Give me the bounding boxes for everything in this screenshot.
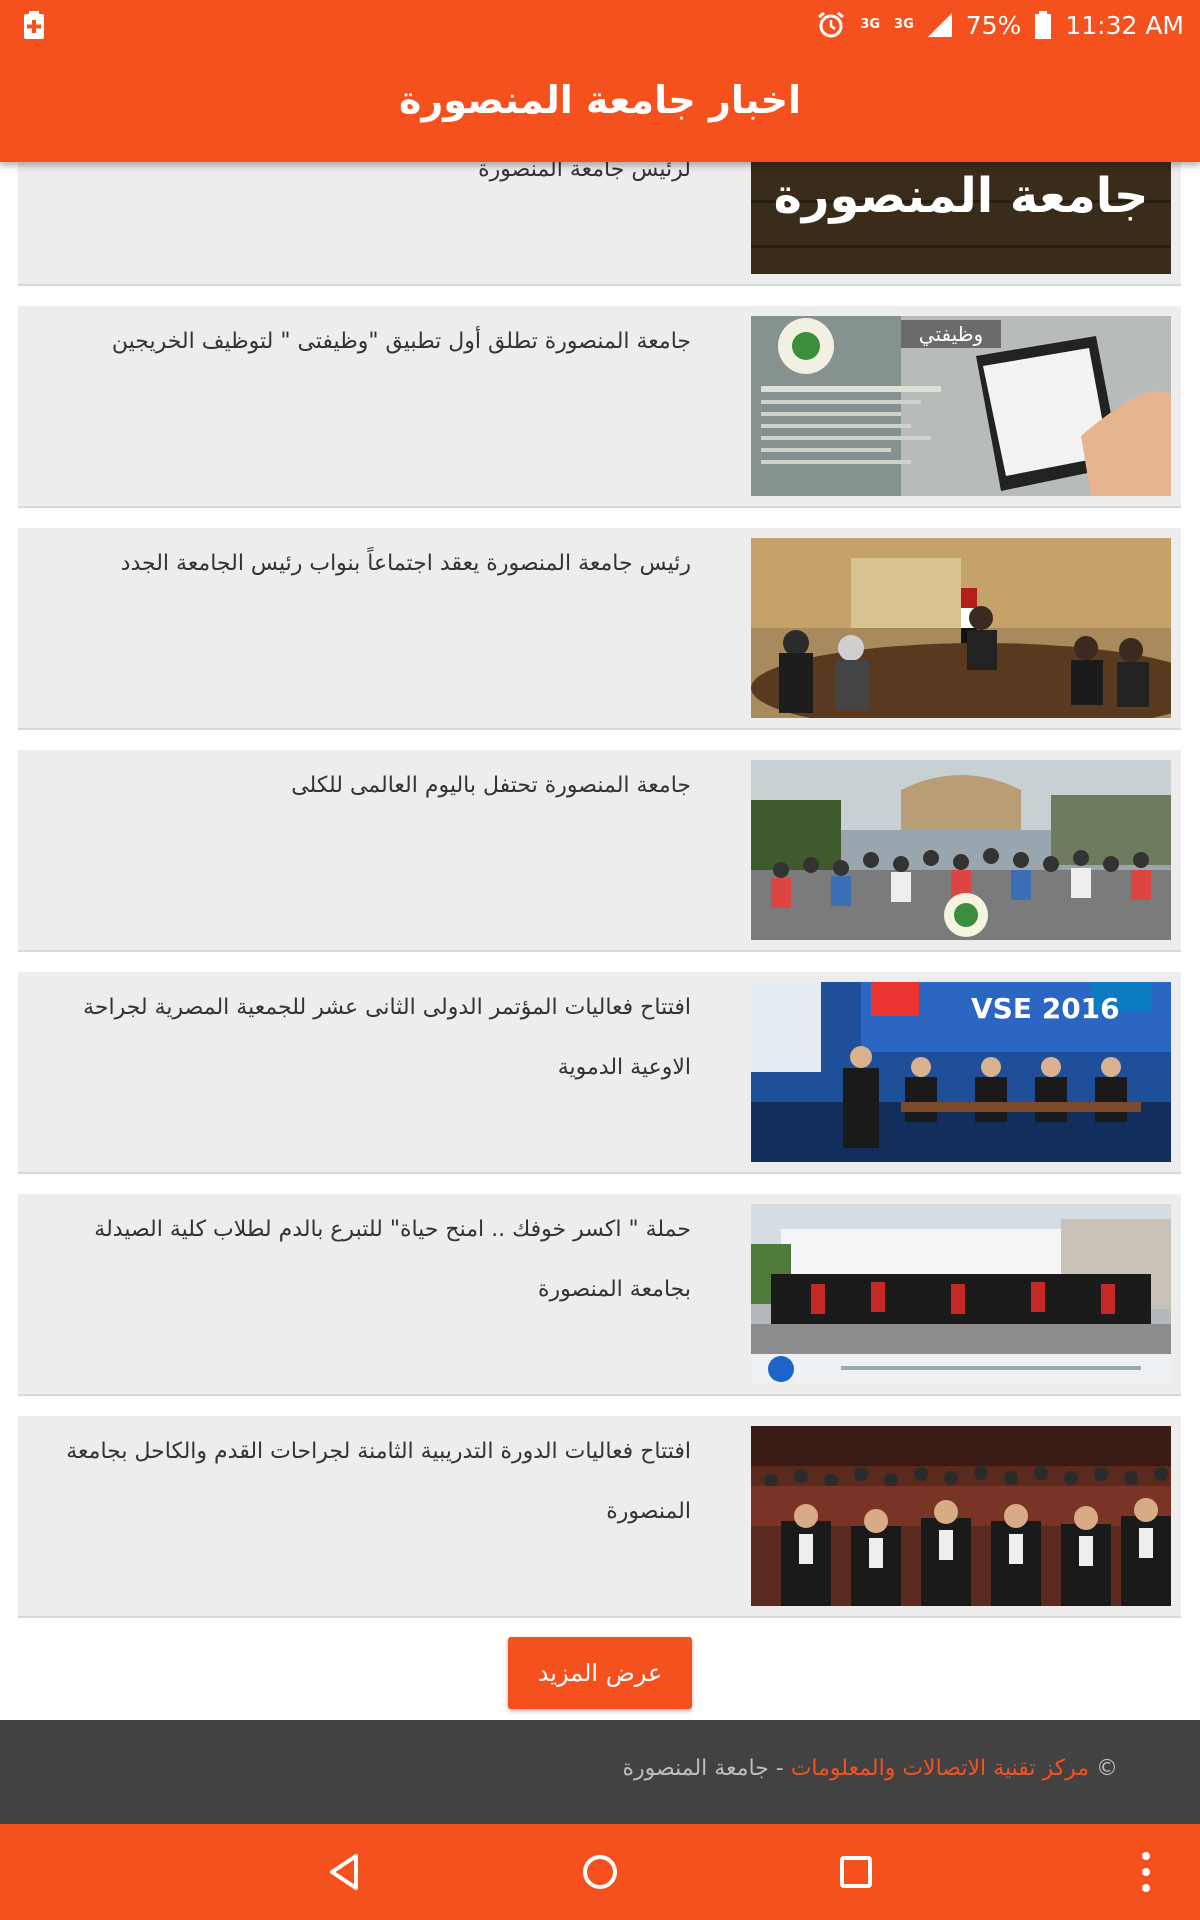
navigation-bar xyxy=(0,1824,1200,1920)
show-more-button[interactable]: عرض المزيد xyxy=(508,1637,692,1709)
alarm-icon xyxy=(816,10,846,40)
home-icon[interactable] xyxy=(574,1846,626,1898)
clock: 11:32 AM xyxy=(1065,10,1184,40)
news-card[interactable]: جامعة المنصورة تطلق أول تطبيق "وظيفتى " … xyxy=(18,306,1181,508)
footer-text: © مركز تقنية الاتصالات والمعلومات - جامع… xyxy=(623,1756,1118,1781)
news-thumbnail xyxy=(751,760,1171,940)
news-thumbnail: وظيفتي xyxy=(751,316,1171,496)
news-card[interactable]: افتتاح فعاليات المؤتمر الدولى الثانى عشر… xyxy=(18,972,1181,1174)
news-card[interactable]: افتتاح فعاليات الدورة التدريبية الثامنة … xyxy=(18,1416,1181,1618)
network-type-2: 3G xyxy=(894,17,914,32)
footer-link[interactable]: مركز تقنية الاتصالات والمعلومات xyxy=(791,1756,1089,1781)
copyright-symbol: © xyxy=(1096,1756,1118,1781)
more-options-icon[interactable] xyxy=(1120,1846,1172,1898)
news-card[interactable]: جامعة المنصورة تحتفل باليوم العالمى للكل… xyxy=(18,750,1181,952)
page-title: اخبار جامعة المنصورة xyxy=(398,78,802,122)
recents-icon[interactable] xyxy=(830,1846,882,1898)
back-icon[interactable] xyxy=(318,1846,370,1898)
battery-saver-icon xyxy=(22,11,46,39)
news-thumbnail xyxy=(751,1204,1171,1384)
news-title: حملة " اكسر خوفك .. امنح حياة" للتبرع با… xyxy=(94,1217,691,1302)
battery-icon xyxy=(1035,11,1052,39)
news-title: افتتاح فعاليات الدورة التدريبية الثامنة … xyxy=(66,1439,691,1524)
signal-icon xyxy=(927,13,952,37)
news-title: جامعة المنصورة تحتفل باليوم العالمى للكل… xyxy=(291,773,691,798)
status-bar: 3G 3G 75% 11:32 AM xyxy=(0,0,1200,50)
footer-suffix: - جامعة المنصورة xyxy=(622,1756,784,1781)
news-card[interactable]: حملة " اكسر خوفك .. امنح حياة" للتبرع با… xyxy=(18,1194,1181,1396)
news-title: جامعة المنصورة تطلق أول تطبيق "وظيفتى " … xyxy=(111,329,691,354)
news-card[interactable]: رئيس جامعة المنصورة يعقد اجتماعاً بنواب … xyxy=(18,528,1181,730)
news-thumbnail xyxy=(751,1426,1171,1606)
footer: © مركز تقنية الاتصالات والمعلومات - جامع… xyxy=(0,1720,1200,1824)
battery-percent: 75% xyxy=(965,10,1022,40)
thumbnail-caption: وظيفتي xyxy=(901,320,1001,348)
news-title: افتتاح فعاليات المؤتمر الدولى الثانى عشر… xyxy=(83,995,691,1080)
news-title: رئيس جامعة المنصورة يعقد اجتماعاً بنواب … xyxy=(120,551,691,576)
news-thumbnail: VSE 2016 xyxy=(751,982,1171,1162)
thumbnail-caption: جامعة المنصورة xyxy=(773,168,1149,224)
network-type-1: 3G xyxy=(860,17,881,32)
app-bar: اخبار جامعة المنصورة xyxy=(0,50,1200,162)
thumbnail-caption: VSE 2016 xyxy=(971,992,1120,1025)
news-thumbnail xyxy=(751,538,1171,718)
